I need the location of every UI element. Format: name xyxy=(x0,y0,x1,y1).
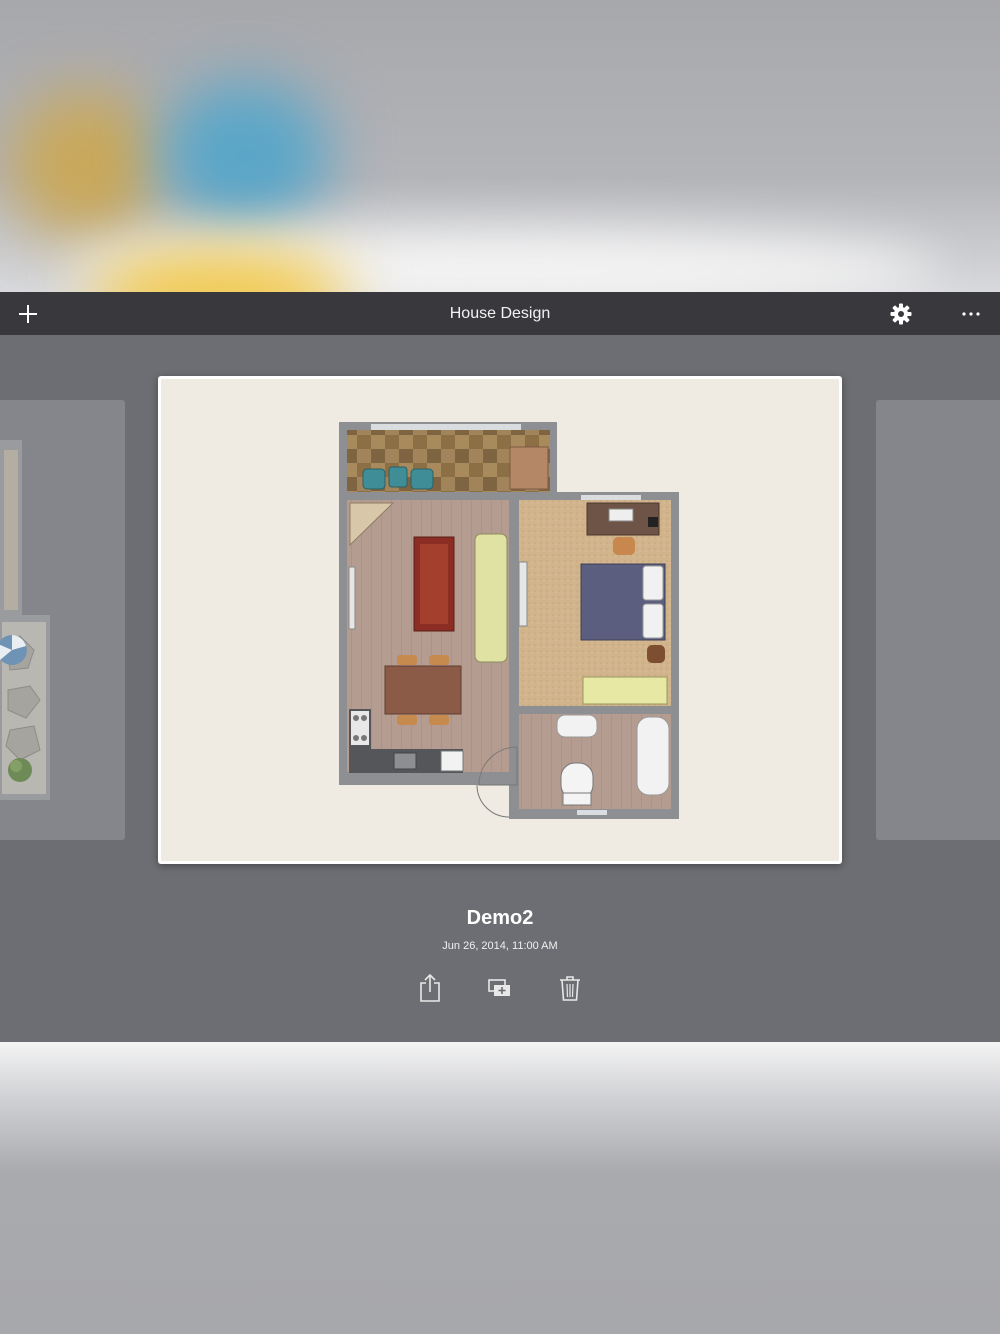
share-icon xyxy=(420,974,440,1002)
settings-button[interactable] xyxy=(879,292,922,335)
floor-plan-drawing xyxy=(339,422,679,819)
share-button[interactable] xyxy=(415,973,445,1003)
next-document-card[interactable] xyxy=(876,400,1000,840)
blurred-background-top xyxy=(0,0,1000,292)
document-card[interactable] xyxy=(158,376,842,864)
floor-plan-thumbnail xyxy=(0,440,50,800)
document-date: Jun 26, 2014, 11:00 AM xyxy=(442,940,558,952)
document-name: Demo2 xyxy=(466,907,534,929)
gallery-area: Demo2 Jun 26, 2014, 11:00 AM xyxy=(0,335,1000,1042)
gear-icon xyxy=(890,303,911,324)
more-button[interactable] xyxy=(949,292,992,335)
previous-document-card[interactable] xyxy=(0,400,125,840)
trash-icon xyxy=(560,976,580,1001)
delete-button[interactable] xyxy=(555,973,585,1003)
floor-plan-canvas xyxy=(161,379,839,861)
duplicate-button[interactable] xyxy=(485,973,515,1003)
nav-title: House Design xyxy=(449,305,551,322)
blurred-background-bottom xyxy=(0,1042,1000,1334)
plus-icon xyxy=(18,304,37,323)
duplicate-icon xyxy=(488,979,510,996)
navigation-bar: House Design xyxy=(0,292,1000,335)
add-button[interactable] xyxy=(6,292,49,335)
ellipsis-icon xyxy=(961,311,980,316)
